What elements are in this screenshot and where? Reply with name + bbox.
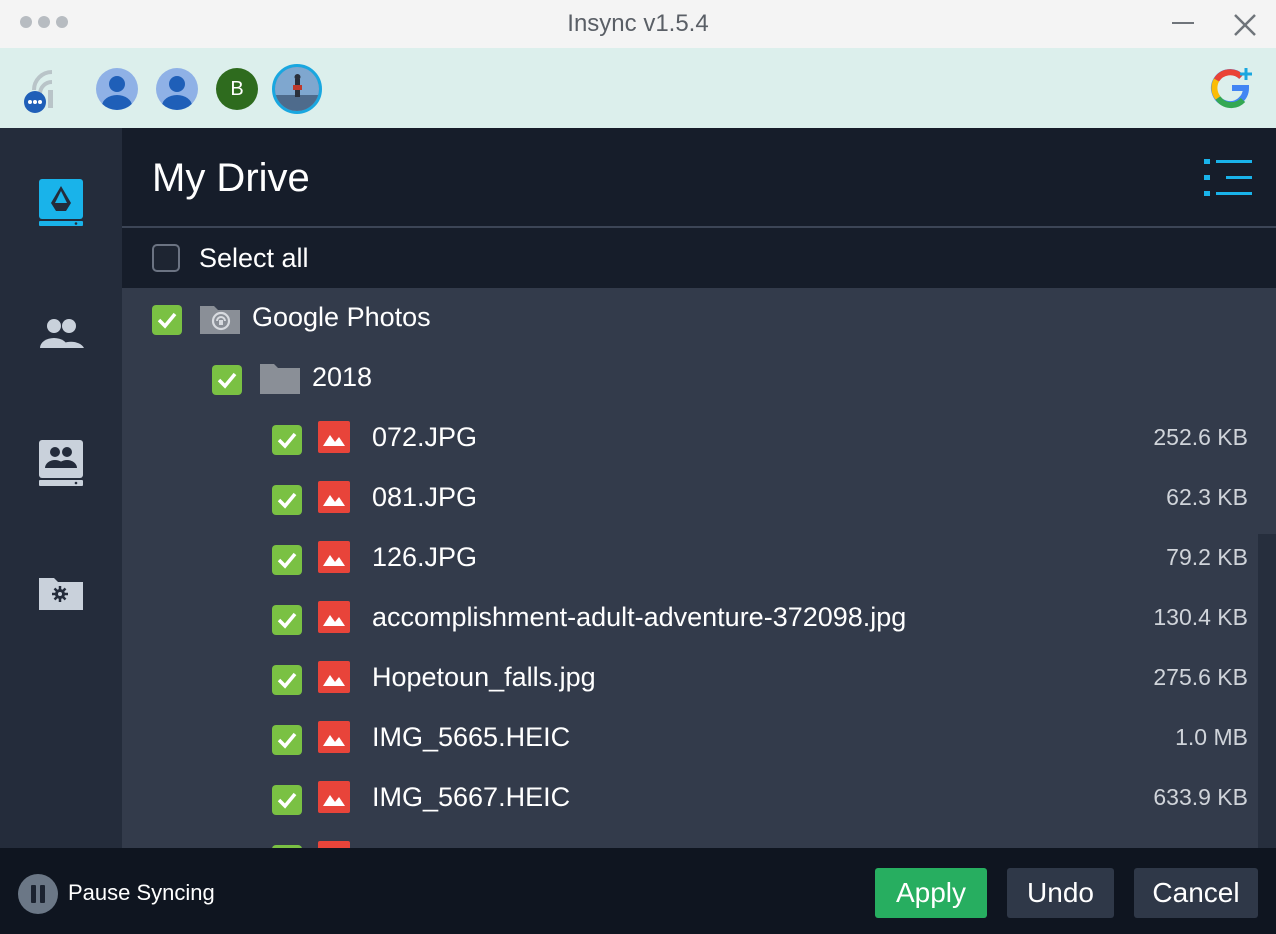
list-view-toggle-icon[interactable] xyxy=(1202,158,1254,198)
pause-syncing-label[interactable]: Pause Syncing xyxy=(68,880,215,906)
image-file-icon xyxy=(318,541,350,573)
folder-name: Google Photos xyxy=(252,302,431,332)
accounts-bar: B xyxy=(0,48,1276,128)
file-row[interactable]: Hopetoun_falls.jpg 275.6 KB xyxy=(122,648,1258,708)
page-title: My Drive xyxy=(152,156,310,200)
image-file-icon xyxy=(318,481,350,513)
apply-button[interactable]: Apply xyxy=(875,868,987,918)
file-name: Hopetoun_falls.jpg xyxy=(372,662,596,692)
file-size: 130.4 KB xyxy=(1153,604,1248,630)
image-file-icon xyxy=(318,721,350,753)
file-checkbox[interactable] xyxy=(272,545,302,575)
file-size: 275.6 KB xyxy=(1153,664,1248,690)
scrollbar[interactable] xyxy=(1258,534,1276,848)
close-icon[interactable] xyxy=(1230,10,1260,40)
file-checkbox[interactable] xyxy=(272,665,302,695)
file-tree: Google Photos 2018 072.JPG 252.6 KB 081.… xyxy=(122,288,1258,848)
undo-button[interactable]: Undo xyxy=(1007,868,1114,918)
pause-icon[interactable] xyxy=(18,874,58,914)
main-panel: My Drive Select all Google Photos 2018 0… xyxy=(122,128,1276,848)
file-checkbox[interactable] xyxy=(272,425,302,455)
add-google-account-icon[interactable] xyxy=(1206,66,1254,112)
file-row[interactable]: 072.JPG 252.6 KB xyxy=(122,408,1258,468)
file-checkbox[interactable] xyxy=(272,725,302,755)
image-file-icon xyxy=(318,841,350,848)
footer: Pause Syncing Apply Undo Cancel xyxy=(0,848,1276,934)
file-checkbox[interactable] xyxy=(272,785,302,815)
my-drive-icon[interactable] xyxy=(36,176,86,226)
sidebar xyxy=(0,128,122,848)
file-row[interactable]: IMG_5665.HEIC 1.0 MB xyxy=(122,708,1258,768)
file-checkbox[interactable] xyxy=(272,485,302,515)
file-name: 081.JPG xyxy=(372,482,478,512)
select-all-checkbox[interactable] xyxy=(152,244,180,272)
image-file-icon xyxy=(318,781,350,813)
photos-folder-icon xyxy=(200,306,240,334)
file-row[interactable]: 081.JPG 62.3 KB xyxy=(122,468,1258,528)
minimize-icon[interactable] xyxy=(1172,22,1194,24)
folder-icon xyxy=(260,364,300,394)
file-row-partial[interactable] xyxy=(122,828,1258,848)
image-file-icon xyxy=(318,661,350,693)
shared-with-me-icon[interactable] xyxy=(36,310,86,360)
file-size: 633.9 KB xyxy=(1153,784,1248,810)
image-file-icon xyxy=(318,601,350,633)
file-size: 79.2 KB xyxy=(1166,544,1248,570)
team-drives-icon[interactable] xyxy=(36,438,86,488)
folder-checkbox[interactable] xyxy=(152,305,182,335)
account-avatar-3[interactable]: B xyxy=(216,68,258,110)
file-name: 126.JPG xyxy=(372,542,478,572)
account-avatar-2[interactable] xyxy=(156,68,198,110)
main-header: My Drive xyxy=(122,128,1276,228)
select-all-label: Select all xyxy=(199,243,309,273)
file-size: 1.0 MB xyxy=(1175,724,1248,750)
file-checkbox[interactable] xyxy=(272,605,302,635)
file-name: accomplishment-adult-adventure-372098.jp… xyxy=(372,602,907,632)
cancel-button[interactable]: Cancel xyxy=(1134,868,1258,918)
network-status-icon[interactable] xyxy=(20,68,60,114)
file-name: IMG_5665.HEIC xyxy=(372,722,571,752)
subfolder-checkbox[interactable] xyxy=(212,365,242,395)
tree-row-folder[interactable]: Google Photos xyxy=(122,288,1258,348)
file-size: 62.3 KB xyxy=(1166,484,1248,510)
tree-row-subfolder[interactable]: 2018 xyxy=(122,348,1258,408)
subfolder-name: 2018 xyxy=(312,362,373,392)
file-size: 252.6 KB xyxy=(1153,424,1248,450)
window-title: Insync v1.5.4 xyxy=(567,10,709,37)
file-name: IMG_5667.HEIC xyxy=(372,782,571,812)
image-file-icon xyxy=(318,421,350,453)
file-row[interactable]: accomplishment-adult-adventure-372098.jp… xyxy=(122,588,1258,648)
file-row[interactable]: IMG_5667.HEIC 633.9 KB xyxy=(122,768,1258,828)
file-row[interactable]: 126.JPG 79.2 KB xyxy=(122,528,1258,588)
select-all-row[interactable]: Select all xyxy=(122,228,1276,288)
account-avatar-1[interactable] xyxy=(96,68,138,110)
title-bar: Insync v1.5.4 xyxy=(0,0,1276,48)
file-name: 072.JPG xyxy=(372,422,478,452)
folder-settings-icon[interactable] xyxy=(36,568,86,618)
account-avatar-active[interactable] xyxy=(272,64,322,114)
